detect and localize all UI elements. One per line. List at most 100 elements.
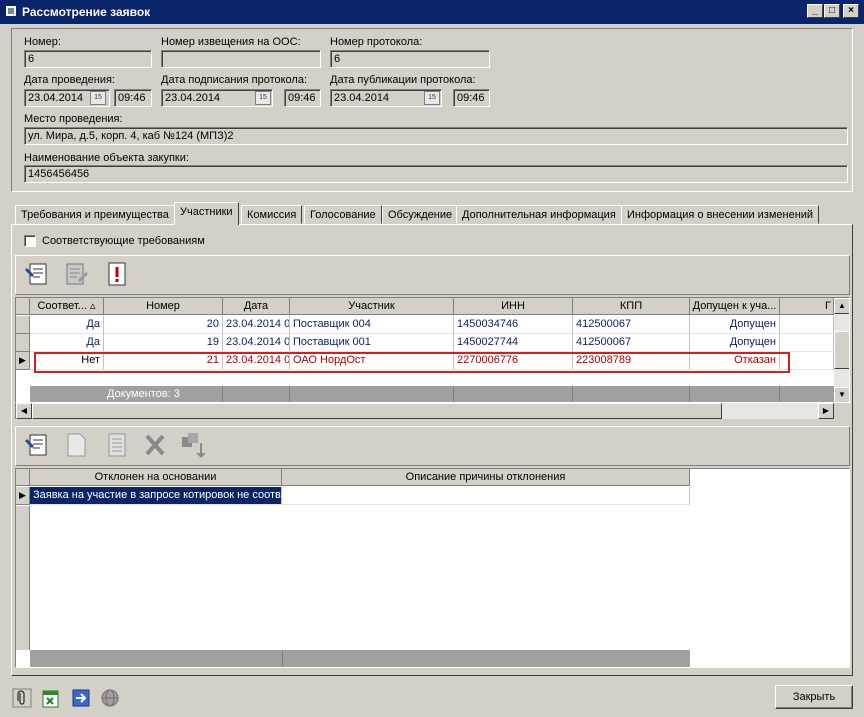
row-indicator[interactable] — [16, 316, 30, 334]
tab-requirements[interactable]: Требования и преимущества — [15, 205, 175, 224]
time-held-field[interactable]: 09:46 — [114, 89, 152, 107]
reasons-footer — [30, 650, 690, 667]
calendar-icon[interactable]: 15 — [424, 91, 440, 105]
column-header-inn[interactable]: ИНН — [454, 298, 573, 315]
list-document-icon[interactable] — [103, 431, 131, 459]
footer-cell — [573, 386, 690, 402]
forward-icon[interactable] — [70, 687, 92, 709]
column-header-more[interactable]: Г — [780, 298, 834, 315]
date-published-label: Дата публикации протокола: — [330, 74, 476, 86]
excel-export-icon[interactable] — [40, 687, 62, 709]
new-document-icon[interactable] — [62, 431, 90, 459]
tab-discussion[interactable]: Обсуждение — [382, 205, 459, 224]
object-label: Наименование объекта закупки: — [24, 152, 189, 164]
row-indicator-column — [16, 506, 30, 650]
scroll-left-button[interactable]: ◀ — [16, 403, 32, 419]
cell-more[interactable] — [780, 352, 834, 370]
vertical-scroll-thumb[interactable] — [834, 331, 849, 369]
cell-kpp[interactable]: 412500067 — [573, 334, 690, 352]
cell-description[interactable] — [282, 487, 690, 505]
tab-voting[interactable]: Голосование — [304, 205, 382, 224]
place-label: Место проведения: — [24, 113, 123, 125]
footer-cell — [290, 386, 454, 402]
requirements-checkbox[interactable] — [24, 235, 36, 247]
close-button[interactable]: Закрыть — [775, 685, 853, 709]
cell-match[interactable]: Да — [30, 334, 104, 352]
column-header-admitted[interactable]: Допущен к уча... — [690, 298, 780, 315]
document-exclamation-icon[interactable] — [103, 260, 131, 288]
scroll-right-button[interactable]: ▶ — [818, 403, 834, 419]
time-signed-field[interactable]: 09:46 — [284, 89, 321, 107]
cell-date[interactable]: 23.04.2014 09 — [223, 334, 290, 352]
footer-cell — [454, 386, 573, 402]
copy-down-icon[interactable] — [179, 431, 207, 459]
delete-x-icon[interactable] — [141, 431, 169, 459]
window-title: Рассмотрение заявок — [22, 5, 151, 19]
cell-number[interactable]: 21 — [104, 352, 223, 370]
documents-count: Документов: 3 — [104, 386, 223, 402]
notice-label: Номер извещения на ООС: — [161, 36, 301, 48]
notice-field[interactable] — [161, 50, 321, 68]
current-row-indicator[interactable]: ▶ — [16, 487, 30, 505]
cell-kpp[interactable]: 223008789 — [573, 352, 690, 370]
number-field[interactable]: 6 — [24, 50, 152, 68]
cell-more[interactable] — [780, 334, 834, 352]
cell-participant[interactable]: Поставщик 004 — [290, 316, 454, 334]
paperclip-icon[interactable] — [12, 688, 32, 708]
column-header-date[interactable]: Дата — [223, 298, 290, 315]
object-field[interactable]: 1456456456 — [24, 165, 848, 183]
column-header-kpp[interactable]: КПП — [573, 298, 690, 315]
participants-toolbar — [15, 255, 850, 295]
footer-cell — [223, 386, 290, 402]
edit-document-icon[interactable] — [24, 260, 52, 288]
protocol-field[interactable]: 6 — [330, 50, 490, 68]
place-field[interactable]: ул. Мира, д.5, корп. 4, каб №124 (МПЗ)2 — [24, 127, 848, 145]
cell-number[interactable]: 20 — [104, 316, 223, 334]
time-published-field[interactable]: 09:46 — [453, 89, 490, 107]
maximize-button[interactable]: □ — [824, 4, 840, 18]
calendar-icon[interactable]: 15 — [255, 91, 271, 105]
cell-more[interactable] — [780, 316, 834, 334]
tab-changes-info[interactable]: Информация о внесении изменений — [621, 205, 820, 224]
cell-admitted[interactable]: Допущен — [690, 334, 780, 352]
date-held-label: Дата проведения: — [24, 74, 115, 86]
edit-document-icon[interactable] — [24, 431, 52, 459]
column-header-description[interactable]: Описание причины отклонения — [282, 469, 690, 486]
cell-admitted[interactable]: Отказан — [690, 352, 780, 370]
column-header-participant[interactable]: Участник — [290, 298, 454, 315]
reasons-grid[interactable]: Отклонен на основании Описание причины о… — [15, 468, 850, 668]
close-window-button[interactable]: × — [843, 4, 859, 18]
cell-inn[interactable]: 1450027744 — [454, 334, 573, 352]
column-header-basis[interactable]: Отклонен на основании — [30, 469, 282, 486]
horizontal-scroll-thumb[interactable] — [32, 403, 722, 419]
cell-number[interactable]: 19 — [104, 334, 223, 352]
current-row-indicator[interactable]: ▶ — [16, 352, 30, 370]
cell-inn[interactable]: 1450034746 — [454, 316, 573, 334]
tab-participants[interactable]: Участники — [174, 202, 239, 225]
cell-date[interactable]: 23.04.2014 09 — [223, 352, 290, 370]
scroll-down-button[interactable]: ▼ — [834, 387, 849, 402]
row-indicator[interactable] — [16, 334, 30, 352]
column-header-number[interactable]: Номер — [104, 298, 223, 315]
tab-commission[interactable]: Комиссия — [241, 205, 303, 224]
minimize-button[interactable]: _ — [807, 4, 823, 18]
cell-admitted[interactable]: Допущен — [690, 316, 780, 334]
cell-participant[interactable]: ОАО НордОст — [290, 352, 454, 370]
document-lines-icon[interactable] — [62, 260, 90, 288]
cell-basis[interactable]: Заявка на участие в запросе котировок не… — [30, 487, 282, 505]
cell-inn[interactable]: 2270006776 — [454, 352, 573, 370]
globe-icon[interactable] — [99, 687, 121, 709]
title-bar[interactable]: Рассмотрение заявок — [0, 0, 864, 24]
cell-kpp[interactable]: 412500067 — [573, 316, 690, 334]
scroll-up-button[interactable]: ▲ — [834, 298, 849, 314]
number-label: Номер: — [24, 36, 61, 48]
tab-additional-info[interactable]: Дополнительная информация — [456, 205, 622, 224]
participants-grid[interactable]: Соответ... ▵ Номер Дата Участник ИНН КПП… — [15, 297, 850, 403]
row-indicator-header — [16, 298, 30, 315]
calendar-icon[interactable]: 15 — [90, 91, 106, 105]
cell-date[interactable]: 23.04.2014 09 — [223, 316, 290, 334]
cell-match[interactable]: Нет — [30, 352, 104, 370]
cell-participant[interactable]: Поставщик 001 — [290, 334, 454, 352]
column-header-match[interactable]: Соответ... ▵ — [30, 298, 104, 315]
cell-match[interactable]: Да — [30, 316, 104, 334]
